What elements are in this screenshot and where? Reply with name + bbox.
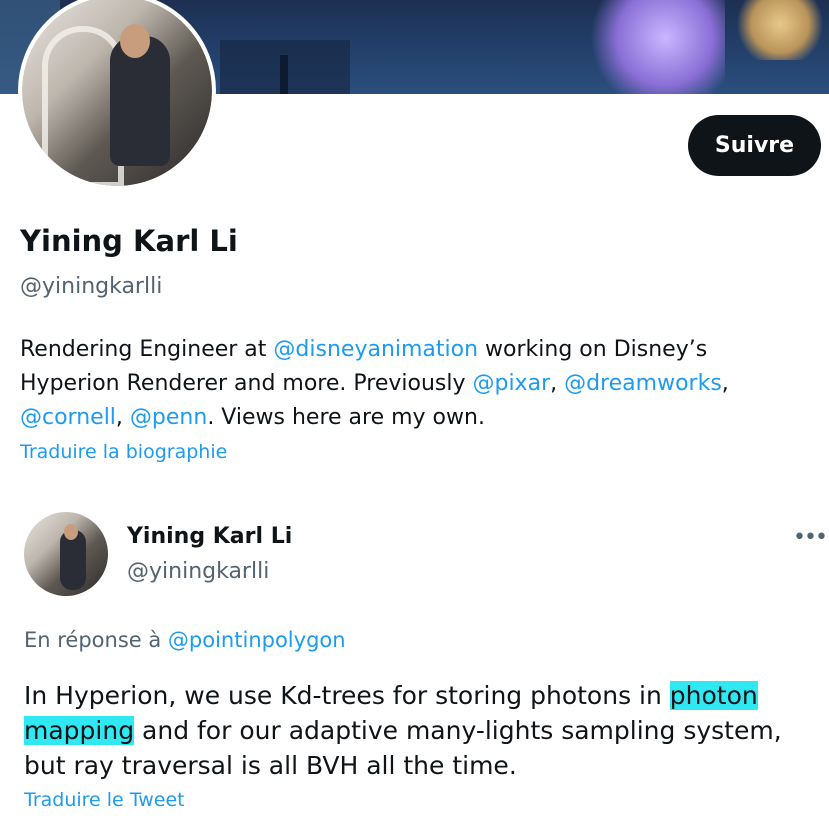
mention-cornell[interactable]: @cornell: [20, 405, 116, 430]
bio-text: Rendering Engineer at: [20, 337, 274, 362]
mention-disneyanimation[interactable]: @disneyanimation: [273, 337, 478, 362]
reply-prefix: En réponse à: [24, 628, 168, 652]
mention-pointinpolygon[interactable]: @pointinpolygon: [168, 628, 346, 652]
mention-penn[interactable]: @penn: [130, 405, 207, 430]
tweet-text: In Hyperion, we use Kd-trees for storing…: [24, 678, 824, 783]
banner-art-character: [575, 0, 725, 94]
bio-text: ,: [550, 371, 565, 396]
bio-text: ,: [115, 405, 130, 430]
avatar-head: [120, 24, 150, 58]
profile-bio: Rendering Engineer at @disneyanimation w…: [20, 333, 810, 435]
avatar-head: [64, 524, 78, 540]
mention-pixar[interactable]: @pixar: [472, 371, 550, 396]
reply-context: En réponse à @pointinpolygon: [24, 628, 346, 652]
profile-avatar[interactable]: [18, 0, 216, 190]
tweet-avatar[interactable]: [24, 512, 108, 596]
profile-handle: @yiningkarlli: [20, 274, 163, 299]
profile-name: Yining Karl Li: [20, 224, 238, 258]
tweet-text-before: In Hyperion, we use Kd-trees for storing…: [24, 681, 670, 710]
banner-art-spire: [280, 55, 288, 94]
tweet-author-name[interactable]: Yining Karl Li: [127, 524, 292, 549]
bio-text: . Views here are my own.: [207, 405, 485, 430]
mention-dreamworks[interactable]: @dreamworks: [564, 371, 722, 396]
translate-bio-link[interactable]: Traduire la biographie: [20, 441, 227, 463]
tweet-author-handle[interactable]: @yiningkarlli: [127, 559, 269, 584]
profile-avatar-photo: [22, 0, 212, 186]
follow-button[interactable]: Suivre: [688, 115, 821, 176]
bio-text: ,: [721, 371, 729, 396]
tweet-text-after: and for our adaptive many-lights samplin…: [24, 716, 782, 780]
banner-art-goat: [735, 0, 825, 60]
more-options-icon[interactable]: •••: [793, 525, 828, 550]
translate-tweet-link[interactable]: Traduire le Tweet: [24, 789, 185, 811]
